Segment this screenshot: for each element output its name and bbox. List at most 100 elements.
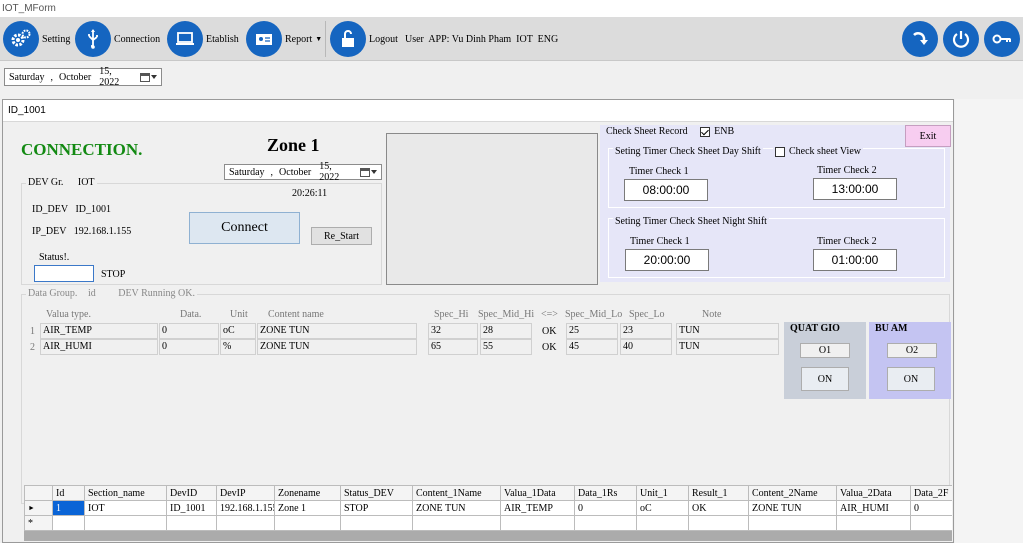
grid-header-cell[interactable]: Unit_1: [636, 485, 689, 501]
grid-header-cell[interactable]: Data_1Rs: [574, 485, 637, 501]
dev-group-value: IOT: [77, 177, 95, 188]
grid-cell[interactable]: 1: [52, 500, 85, 516]
table-row[interactable]: ► 1 IOT ID_1001 192.168.1.155 Zone 1 STO…: [24, 500, 952, 516]
spec-lo-field[interactable]: 23: [620, 323, 672, 339]
grid-cell[interactable]: oC: [636, 500, 689, 516]
grid-cell[interactable]: 0: [910, 500, 952, 516]
grid-header-cell[interactable]: DevID: [166, 485, 217, 501]
key-icon: [984, 21, 1020, 57]
user-info-text: User APP: Vu Dinh Pham IOT ENG: [405, 33, 559, 45]
connect-button[interactable]: Connect: [189, 212, 300, 244]
data-type-field[interactable]: AIR_HUMI: [40, 339, 158, 355]
ip-dev-row: IP_DEV 192.168.1.155: [32, 226, 131, 237]
fan-on-button[interactable]: ON: [801, 367, 849, 391]
grid-header-cell[interactable]: Valua_1Data: [500, 485, 575, 501]
grid-cell[interactable]: OK: [688, 500, 749, 516]
grid-cell[interactable]: 0: [574, 500, 637, 516]
grid-header-cell[interactable]: Id: [52, 485, 85, 501]
exit-button[interactable]: Exit: [905, 125, 951, 147]
grid-cell[interactable]: AIR_TEMP: [500, 500, 575, 516]
grid-cell[interactable]: [688, 515, 749, 531]
spec-mid-hi-field[interactable]: 28: [480, 323, 532, 339]
day-timer2-input[interactable]: 13:00:00: [813, 178, 897, 200]
grid-header-cell[interactable]: Content_2Name: [748, 485, 837, 501]
data-value-field[interactable]: 0: [159, 323, 219, 339]
grid-header-cell[interactable]: Status_DEV: [340, 485, 413, 501]
grid-cell[interactable]: [500, 515, 575, 531]
night-timer2-input[interactable]: 01:00:00: [813, 249, 897, 271]
status-input[interactable]: [34, 265, 94, 282]
calendar-dropdown-icon[interactable]: [360, 167, 377, 177]
grid-header-cell[interactable]: Content_1Name: [412, 485, 501, 501]
spec-lo-field[interactable]: 40: [620, 339, 672, 355]
etablish-button[interactable]: Etablish: [167, 20, 239, 58]
grid-cell[interactable]: [52, 515, 85, 531]
grid-cell[interactable]: ZONE TUN: [412, 500, 501, 516]
grid-header-cell[interactable]: Section_name: [84, 485, 167, 501]
note-field[interactable]: TUN: [676, 323, 779, 339]
grid-header-cell[interactable]: Result_1: [688, 485, 749, 501]
laptop-icon: [167, 21, 203, 57]
setting-label: Setting: [42, 33, 71, 45]
data-unit-field[interactable]: %: [220, 339, 256, 355]
grid-cell[interactable]: STOP: [340, 500, 413, 516]
spec-mid-lo-field[interactable]: 45: [566, 339, 618, 355]
grid-cell[interactable]: AIR_HUMI: [836, 500, 911, 516]
col-header-note: Note: [702, 309, 722, 320]
data-type-field[interactable]: AIR_TEMP: [40, 323, 158, 339]
grid-cell[interactable]: [340, 515, 413, 531]
grid-cell[interactable]: [910, 515, 952, 531]
spec-mid-hi-field[interactable]: 55: [480, 339, 532, 355]
data-unit-field[interactable]: oC: [220, 323, 256, 339]
new-row[interactable]: *: [24, 515, 952, 531]
child-window: ID_1001 CONNECTION. Zone 1 Saturday , Oc…: [2, 99, 954, 543]
spec-mid-lo-field[interactable]: 25: [566, 323, 618, 339]
setting-button[interactable]: Setting: [3, 20, 70, 58]
grid-cell[interactable]: IOT: [84, 500, 167, 516]
data-value-field[interactable]: 0: [159, 339, 219, 355]
refresh-button[interactable]: [902, 20, 938, 58]
data-content-field[interactable]: ZONE TUN: [257, 323, 417, 339]
humidifier-on-button[interactable]: ON: [887, 367, 935, 391]
spec-hi-field[interactable]: 32: [428, 323, 478, 339]
grid-cell[interactable]: 192.168.1.155: [216, 500, 275, 516]
report-button[interactable]: Report ▼: [246, 20, 322, 58]
grid-cell[interactable]: Zone 1: [274, 500, 341, 516]
restart-button[interactable]: Re_Start: [311, 227, 372, 245]
user-info: User APP: Vu Dinh Pham IOT ENG: [405, 20, 558, 58]
grid-cell[interactable]: ID_1001: [166, 500, 217, 516]
check-sheet-view-checkbox[interactable]: Check sheet View: [773, 146, 863, 157]
grid-cell[interactable]: [574, 515, 637, 531]
grid-cell[interactable]: ZONE TUN: [748, 500, 837, 516]
grid-header-cell[interactable]: Data_2F: [910, 485, 952, 501]
grid-header-cell[interactable]: Valua_2Data: [836, 485, 911, 501]
grid-cell[interactable]: [216, 515, 275, 531]
grid-cell[interactable]: [836, 515, 911, 531]
grid-header-cell[interactable]: DevIP: [216, 485, 275, 501]
humidifier-channel-button[interactable]: O2: [887, 343, 937, 358]
day-timer1-input[interactable]: 08:00:00: [624, 179, 708, 201]
connection-button[interactable]: Connection: [75, 20, 160, 58]
calendar-dropdown-icon[interactable]: [140, 72, 157, 82]
spec-hi-field[interactable]: 65: [428, 339, 478, 355]
grid-cell[interactable]: [636, 515, 689, 531]
grid-cell[interactable]: [748, 515, 837, 531]
device-group-box: DEV Gr. IOT 20:26:11 ID_DEV ID_1001 IP_D…: [21, 177, 382, 285]
key-button[interactable]: [984, 20, 1020, 58]
data-content-field[interactable]: ZONE TUN: [257, 339, 417, 355]
grid-header-cell[interactable]: Zonename: [274, 485, 341, 501]
note-field[interactable]: TUN: [676, 339, 779, 355]
grid-cell[interactable]: [166, 515, 217, 531]
power-button[interactable]: [943, 20, 979, 58]
etablish-label: Etablish: [206, 33, 239, 45]
fan-channel-button[interactable]: O1: [800, 343, 850, 358]
logout-button[interactable]: Logout: [330, 20, 398, 58]
main-date-picker[interactable]: Saturday , October 15, 2022: [4, 66, 162, 88]
enb-checkbox[interactable]: ENB: [700, 126, 734, 137]
grid-cell[interactable]: [274, 515, 341, 531]
toolbar-separator: [325, 21, 326, 57]
grid-cell[interactable]: [84, 515, 167, 531]
grid-cell[interactable]: [412, 515, 501, 531]
night-timer1-input[interactable]: 20:00:00: [625, 249, 709, 271]
zone-date-picker[interactable]: Saturday , October 15, 2022: [224, 161, 382, 183]
